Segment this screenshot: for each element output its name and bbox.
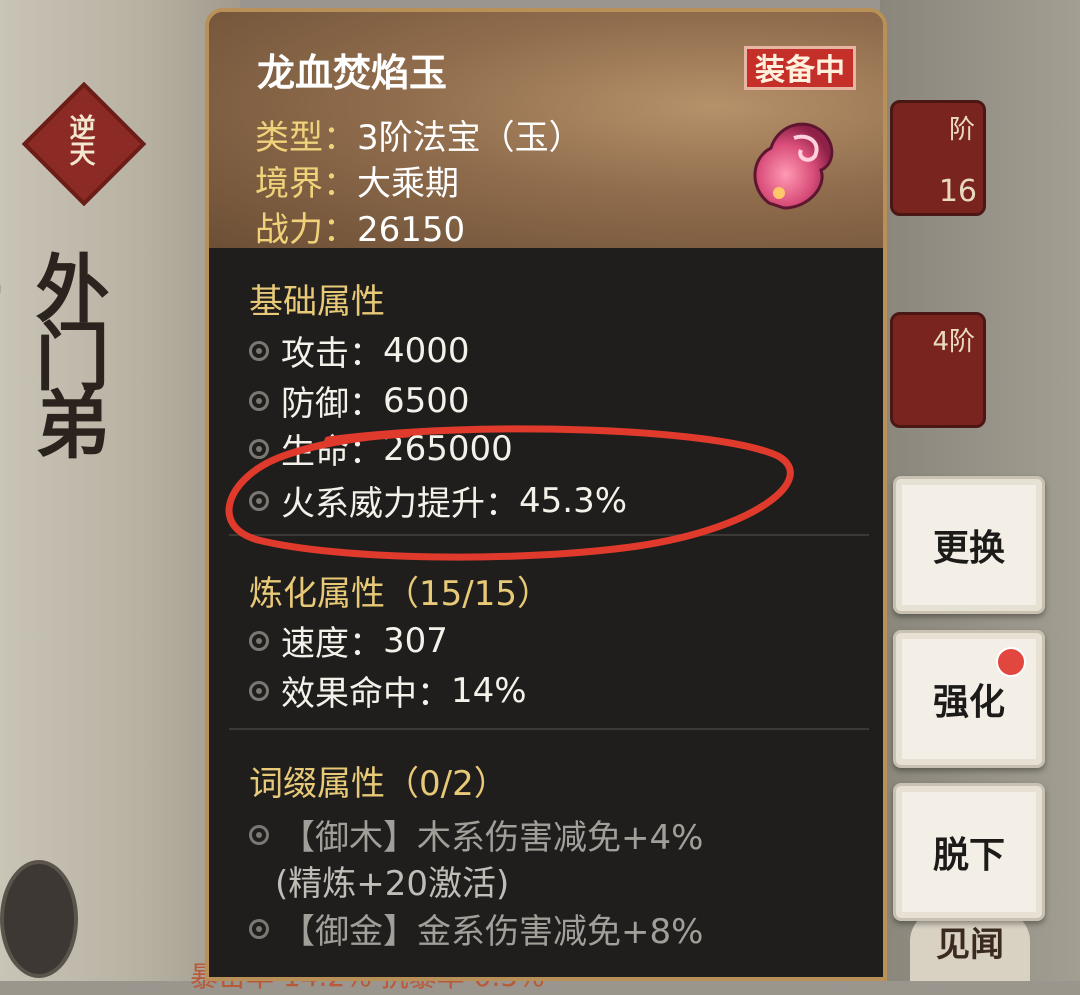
- unequip-button-label: 脱下: [932, 835, 1005, 876]
- bullet-icon: [249, 438, 269, 459]
- equipped-badge: 装备中: [744, 46, 856, 90]
- attr-value: 307: [383, 620, 448, 661]
- item-realm-row: 境界：大乘期: [255, 156, 459, 205]
- attr-row: 速度： 307: [249, 616, 448, 665]
- item-detail-panel: 龙血焚焰玉 装备中 类型：3阶法宝（玉） 境界：大乘期 战力：26150 基础属…: [205, 8, 887, 981]
- item-type-label: 类型：: [255, 118, 357, 158]
- attr-row: 效果命中： 14%: [249, 666, 527, 715]
- attr-value: 4000: [383, 330, 470, 371]
- attr-value: 6500: [383, 380, 470, 421]
- notification-dot-icon: [996, 647, 1026, 677]
- affix-text: 【御木】木系伤害减免+4%: [281, 818, 704, 858]
- affix-row: 【御金】金系伤害减免+8%: [249, 904, 703, 953]
- bullet-icon: [249, 490, 269, 511]
- unequip-button[interactable]: 脱下: [893, 783, 1045, 921]
- bullet-icon: [249, 680, 269, 701]
- attr-row: 防御： 6500: [249, 376, 470, 425]
- refine-attrs-title: 炼化属性（15/15）: [249, 574, 551, 614]
- replace-button-label: 更换: [932, 528, 1005, 569]
- replace-button[interactable]: 更换: [893, 476, 1045, 614]
- attr-label: 火系威力提升：: [281, 484, 519, 524]
- attr-label: 生命：: [281, 432, 383, 472]
- item-power-value: 26150: [357, 210, 466, 250]
- bullet-icon: [249, 390, 269, 411]
- rank-emblem-text: 逆天: [65, 114, 95, 166]
- bullet-icon: [249, 630, 269, 651]
- bullet-icon: [249, 340, 269, 361]
- section-divider: [229, 728, 869, 730]
- basic-attrs-title: 基础属性: [249, 282, 385, 322]
- item-realm-value: 大乘期: [357, 164, 459, 204]
- bullet-icon: [249, 824, 269, 845]
- item-power-label: 战力：: [255, 210, 357, 250]
- enhance-button-label: 强化: [932, 682, 1005, 723]
- attr-label: 效果命中：: [281, 674, 451, 714]
- attr-value: 265000: [383, 428, 513, 469]
- attr-row-highlighted: 火系威力提升： 45.3%: [249, 476, 627, 525]
- lock-ring-icon: [0, 860, 78, 978]
- attr-label: 速度：: [281, 624, 383, 664]
- item-body: 基础属性 攻击： 4000 防御： 6500 生命： 265000 火系威力提升： 45…: [209, 248, 883, 977]
- affix-row: 【御木】木系伤害减免+4%: [249, 810, 703, 859]
- attr-value: 45.3%: [519, 480, 628, 521]
- item-type-value: 3阶法宝（玉）: [357, 118, 583, 158]
- attr-label: 防御：: [281, 384, 383, 424]
- item-header: 龙血焚焰玉 装备中 类型：3阶法宝（玉） 境界：大乘期 战力：26150: [209, 12, 883, 251]
- side-item-tier-2: 4阶: [932, 327, 975, 357]
- item-name: 龙血焚焰玉: [257, 51, 448, 95]
- attr-label: 攻击：: [281, 334, 383, 374]
- item-power-row: 战力：26150: [255, 202, 465, 251]
- side-item-count: 16: [938, 174, 977, 209]
- item-type-row: 类型：3阶法宝（玉）: [255, 110, 583, 159]
- section-divider: [229, 534, 869, 536]
- attr-row: 生命： 265000: [249, 424, 513, 473]
- fire-jade-icon: [753, 122, 834, 210]
- enhance-button[interactable]: 强化: [893, 630, 1045, 768]
- side-item-slot-2[interactable]: 4阶: [890, 312, 986, 428]
- affix-text: 【御金】金系伤害减免+8%: [281, 912, 704, 952]
- attr-value: 14%: [451, 670, 527, 711]
- disciple-title: 外门弟子: [0, 250, 109, 454]
- side-item-slot[interactable]: 阶 16: [890, 100, 986, 216]
- affix-note: (精炼+20激活): [275, 864, 510, 904]
- item-realm-label: 境界：: [255, 164, 357, 204]
- attr-row: 攻击： 4000: [249, 326, 470, 375]
- bullet-icon: [249, 918, 269, 939]
- affix-attrs-title: 词缀属性（0/2）: [249, 764, 508, 804]
- side-item-tier: 阶: [948, 115, 975, 145]
